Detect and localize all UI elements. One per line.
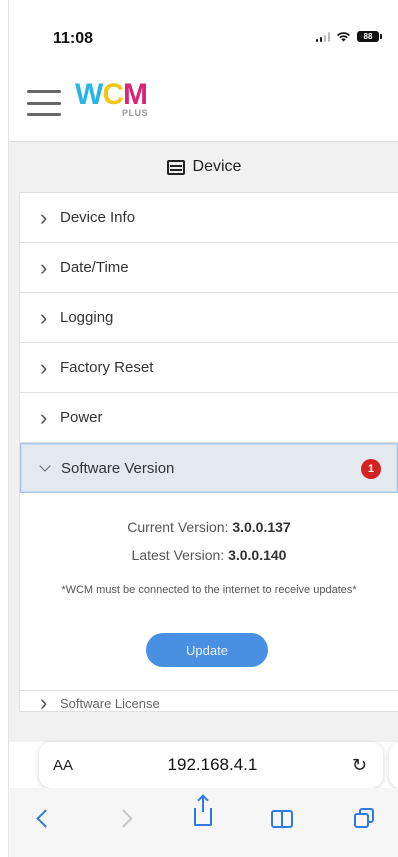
device-icon <box>166 159 185 175</box>
chevron-right-icon <box>40 409 60 426</box>
next-tab-bar[interactable] <box>389 742 398 788</box>
menu-icon[interactable] <box>27 90 61 116</box>
cellular-signal-icon <box>315 31 330 42</box>
current-version: Current Version: 3.0.0.137 <box>127 519 291 535</box>
panel-title: Device <box>9 142 398 192</box>
accordion-item-logging[interactable]: Logging <box>20 293 398 343</box>
chevron-right-icon <box>40 359 60 376</box>
accordion-item-device-info[interactable]: Device Info <box>20 193 398 243</box>
settings-accordion: Device Info Date/Time Logging Factory Re… <box>19 192 398 712</box>
chevron-right-icon <box>40 209 60 226</box>
status-icons: 88 <box>315 31 382 42</box>
battery-icon: 88 <box>357 31 382 42</box>
tabs-icon[interactable] <box>354 808 374 828</box>
accordion-item-factory-reset[interactable]: Factory Reset <box>20 343 398 393</box>
app-header: WCM PLUS <box>9 72 398 142</box>
accordion-item-power[interactable]: Power <box>20 393 398 443</box>
device-panel: Device Device Info Date/Time Logging Fac… <box>9 142 398 742</box>
software-version-content: Current Version: 3.0.0.137 Latest Versio… <box>20 493 398 691</box>
wcm-plus-logo[interactable]: WCM PLUS <box>75 80 155 124</box>
status-bar: 11:08 88 <box>9 0 398 72</box>
wifi-icon <box>337 32 350 42</box>
phone-screen: 11:08 88 WCM PLUS Device › Device Info ›… <box>8 0 398 857</box>
chevron-right-icon <box>40 259 60 276</box>
bookmarks-icon[interactable] <box>271 810 295 828</box>
chevron-down-icon <box>39 459 51 472</box>
url-text[interactable]: 192.168.4.1 <box>168 755 258 775</box>
chevron-right-icon <box>40 309 60 326</box>
internet-note: *WCM must be connected to the internet t… <box>61 584 357 596</box>
share-icon[interactable] <box>194 796 212 826</box>
accordion-item-software-version[interactable]: Software Version 1 <box>20 443 398 493</box>
latest-version: Latest Version: 3.0.0.140 <box>131 547 287 563</box>
reload-icon[interactable]: ↻ <box>352 755 367 776</box>
status-time: 11:08 <box>53 30 94 47</box>
browser-toolbar <box>9 788 398 857</box>
accordion-item-software-license[interactable]: Software License <box>20 691 398 711</box>
notification-badge: 1 <box>361 459 381 479</box>
text-size-button[interactable]: AA <box>53 757 73 774</box>
panel-title-text: Device <box>192 158 242 175</box>
accordion-item-date-time[interactable]: Date/Time <box>20 243 398 293</box>
update-button[interactable]: Update <box>146 633 268 667</box>
back-icon[interactable] <box>36 809 55 828</box>
forward-icon[interactable] <box>114 809 133 828</box>
address-bar[interactable]: AA 192.168.4.1 ↻ <box>39 742 383 788</box>
chevron-right-icon <box>40 694 60 711</box>
